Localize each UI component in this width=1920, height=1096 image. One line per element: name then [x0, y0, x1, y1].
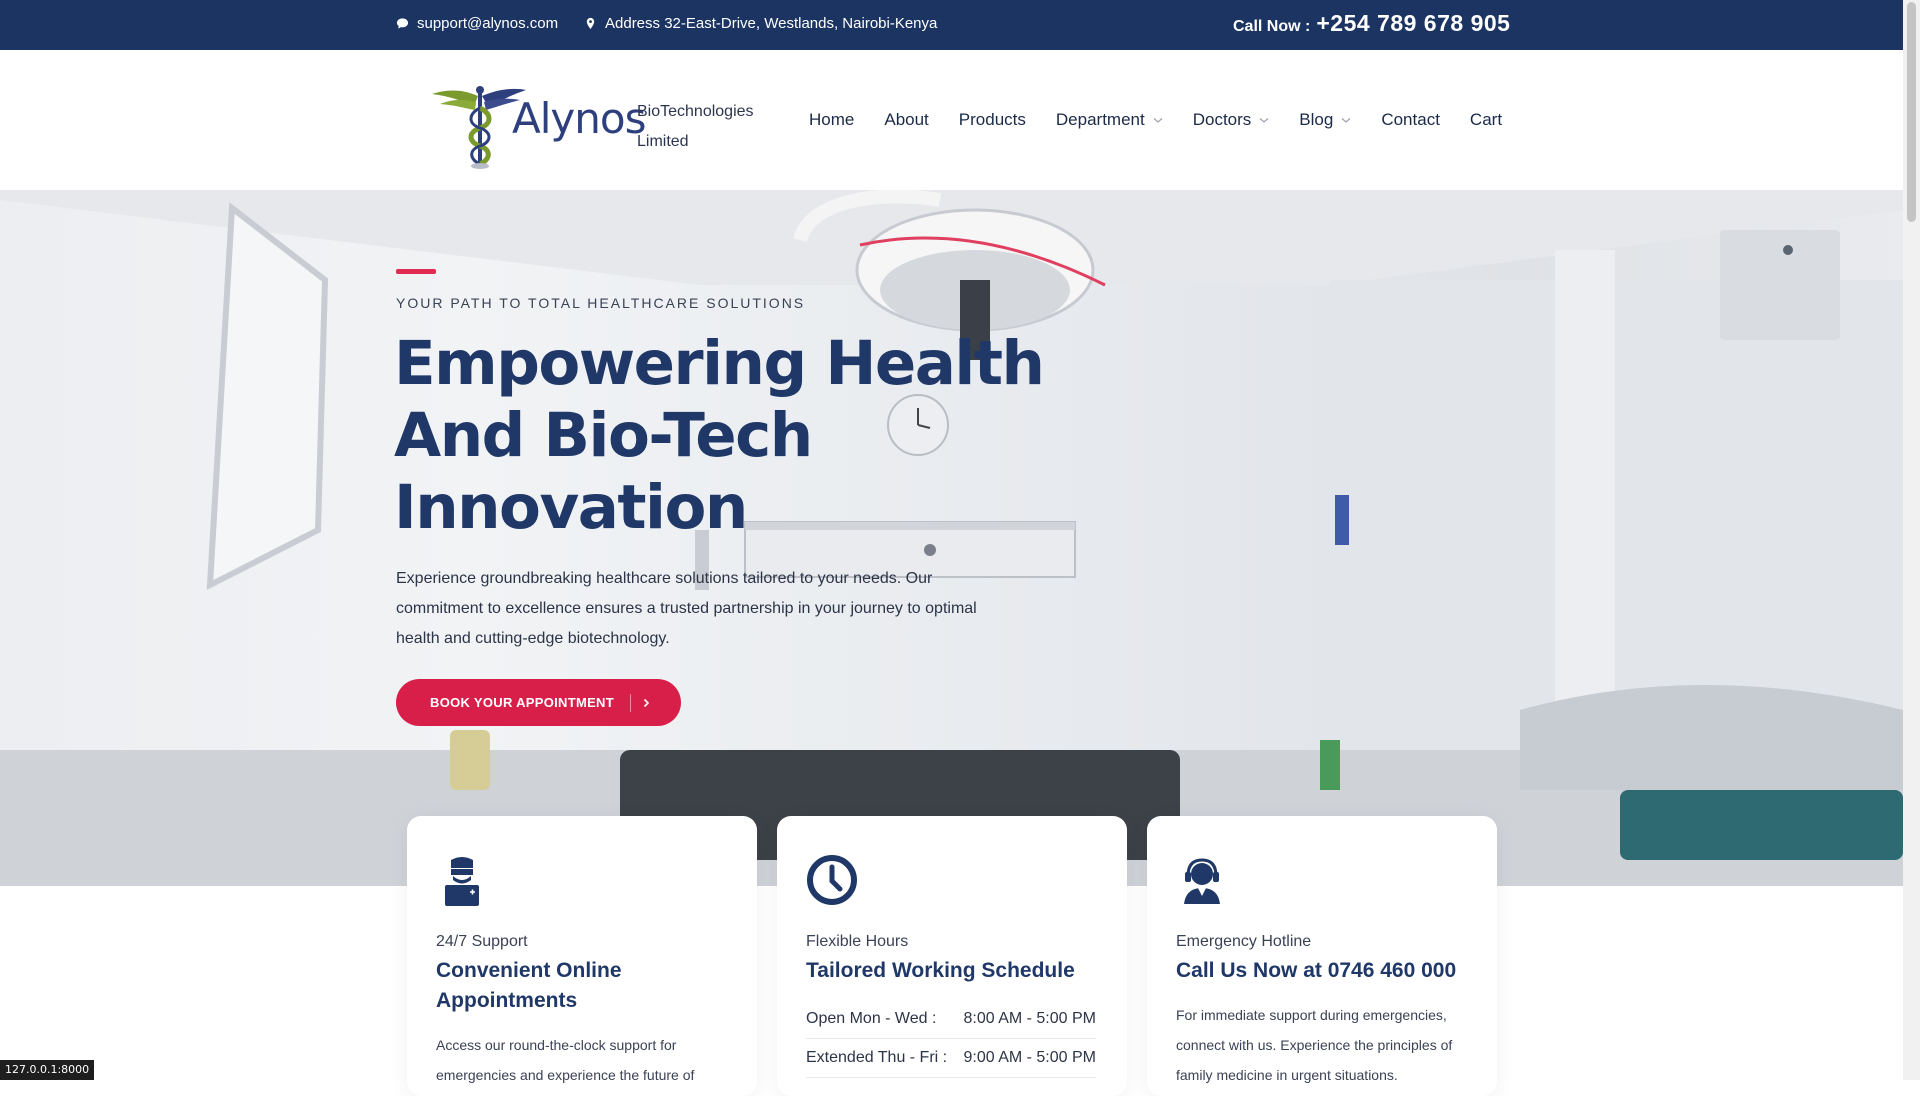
site-header: Alynos BioTechnologies Limited Home Abou…: [0, 50, 1903, 190]
headset-support-icon: [1184, 858, 1220, 904]
chevron-down-icon: [1341, 118, 1351, 123]
emergency-card-title[interactable]: Call Us Now at 0746 460 000: [1176, 956, 1476, 986]
hero-section: YOUR PATH TO TOTAL HEALTHCARE SOLUTIONS …: [0, 190, 1903, 886]
schedule-row: Open Mon - Wed : 8:00 AM - 5:00 PM: [806, 1000, 1096, 1039]
main-nav: Home About Products Department Doctors B…: [809, 110, 1532, 130]
address-info: Address 32-East-Drive, Westlands, Nairob…: [584, 15, 937, 32]
chat-bubble-icon: [396, 18, 409, 29]
support-card-body: Access our round-the-clock support for e…: [436, 1037, 695, 1083]
status-url: 127.0.0.1:8000: [0, 1060, 95, 1080]
hero-headline: Empowering Health And Bio-Tech Innovatio…: [394, 328, 1094, 544]
book-appointment-button[interactable]: BOOK YOUR APPOINTMENT: [396, 679, 681, 726]
cta-separator: [629, 693, 631, 712]
nav-doctors-label: Doctors: [1192, 110, 1252, 129]
tagline-line-2: Limited: [637, 133, 689, 150]
page-scrollbar[interactable]: [1903, 0, 1920, 1080]
headline-line-3: Innovation: [394, 472, 748, 543]
schedule-value: 9:00 AM - 5:00 PM: [963, 1049, 1096, 1066]
hours-card-subtitle: Flexible Hours: [806, 933, 909, 950]
nav-contact-label: Contact: [1381, 110, 1440, 129]
tagline-line-1: BioTechnologies: [637, 103, 754, 120]
headline-line-1: Empowering Health: [394, 328, 1045, 399]
support-card: 24/7 Support Convenient Online Appointme…: [407, 816, 757, 1096]
schedule-label: Open Mon - Wed :: [806, 1010, 937, 1027]
nav-blog[interactable]: Blog: [1299, 110, 1351, 130]
hours-card: Flexible Hours Tailored Working Schedule…: [777, 816, 1127, 1096]
chevron-down-icon: [1153, 118, 1163, 123]
hours-card-title: Tailored Working Schedule: [806, 959, 1075, 982]
nav-about-label: About: [884, 110, 929, 129]
nav-home[interactable]: Home: [809, 110, 854, 130]
email-contact[interactable]: support@alynos.com: [396, 15, 558, 32]
nav-cart[interactable]: Cart: [1470, 110, 1502, 130]
nav-about[interactable]: About: [884, 110, 928, 130]
headline-line-2: And Bio-Tech: [394, 400, 813, 471]
support-card-subtitle: 24/7 Support: [436, 933, 528, 950]
call-number[interactable]: +254 789 678 905: [1316, 10, 1510, 37]
chevron-right-icon: [643, 698, 650, 707]
hero-description: Experience groundbreaking healthcare sol…: [396, 570, 977, 647]
support-card-title: Convenient Online Appointments: [436, 959, 622, 1012]
hero-eyebrow: YOUR PATH TO TOTAL HEALTHCARE SOLUTIONS: [396, 295, 806, 311]
location-pin-icon: [586, 17, 595, 30]
call-now[interactable]: Call Now : +254 789 678 905: [1233, 10, 1510, 37]
schedule-label: Extended Thu - Fri :: [806, 1049, 948, 1066]
emergency-card-body: For immediate support during emergencies…: [1176, 1007, 1453, 1083]
nav-products-label: Products: [958, 110, 1026, 129]
cta-label: BOOK YOUR APPOINTMENT: [430, 695, 614, 710]
emergency-card-subtitle: Emergency Hotline: [1176, 933, 1312, 950]
nav-department-label: Department: [1055, 110, 1145, 129]
brand-name[interactable]: Alynos: [512, 94, 646, 143]
schedule-row: Extended Thu - Fri : 9:00 AM - 5:00 PM: [806, 1039, 1096, 1078]
clock-icon: [807, 855, 857, 905]
address-text: Address 32-East-Drive, Westlands, Nairob…: [605, 15, 938, 32]
schedule-value: 8:00 AM - 5:00 PM: [963, 1010, 1096, 1027]
nav-department[interactable]: Department: [1056, 110, 1163, 130]
accent-divider: [396, 269, 436, 274]
brand-tagline: BioTechnologies Limited: [637, 97, 754, 157]
email-text: support@alynos.com: [417, 15, 559, 32]
emergency-card: Emergency Hotline Call Us Now at 0746 46…: [1147, 816, 1497, 1096]
nav-home-label: Home: [809, 110, 855, 129]
call-label: Call Now :: [1233, 18, 1311, 35]
chevron-down-icon: [1259, 118, 1269, 123]
nav-blog-label: Blog: [1299, 110, 1334, 129]
schedule-list: Open Mon - Wed : 8:00 AM - 5:00 PM Exten…: [806, 1000, 1096, 1078]
doctor-icon: [445, 857, 479, 906]
nav-doctors[interactable]: Doctors: [1193, 110, 1270, 130]
nav-cart-label: Cart: [1469, 110, 1503, 129]
top-info-bar: support@alynos.com Address 32-East-Drive…: [0, 0, 1903, 50]
nav-products[interactable]: Products: [959, 110, 1026, 130]
scrollbar-thumb[interactable]: [1907, 2, 1916, 222]
nav-contact[interactable]: Contact: [1381, 110, 1440, 130]
